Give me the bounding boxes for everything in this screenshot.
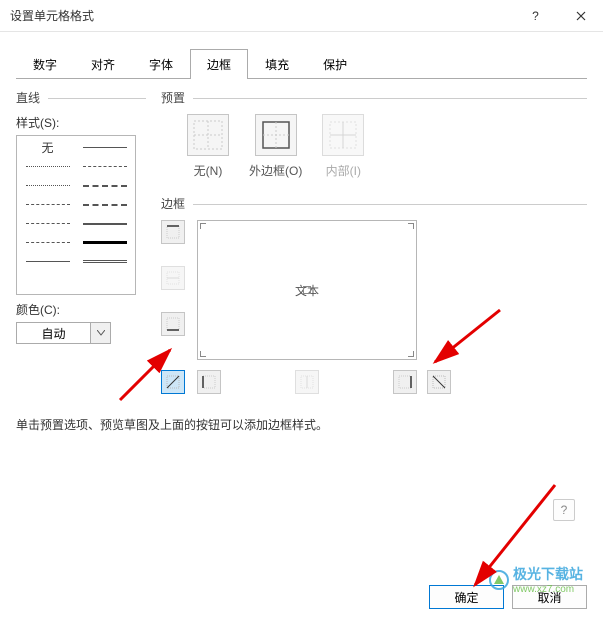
line-style-opt[interactable] xyxy=(76,176,133,195)
line-style-opt[interactable] xyxy=(19,252,76,271)
border-hmiddle-icon xyxy=(165,270,181,286)
border-left-icon xyxy=(201,374,217,390)
border-diag-up-icon xyxy=(165,374,181,390)
border-top-icon xyxy=(165,224,181,240)
border-bottom-icon xyxy=(165,316,181,332)
preset-inside-label: 内部(I) xyxy=(326,162,361,179)
border-diag-down-icon xyxy=(431,374,447,390)
help-titlebar-button[interactable]: ? xyxy=(513,0,558,32)
color-label: 颜色(C): xyxy=(16,301,146,318)
line-group: 直线 样式(S): 无 xyxy=(16,89,146,344)
line-style-box[interactable]: 无 xyxy=(16,135,136,295)
preset-group-label: 预置 xyxy=(161,89,587,106)
border-right-button[interactable] xyxy=(393,370,417,394)
preset-none-button[interactable] xyxy=(187,114,229,156)
tab-border[interactable]: 边框 xyxy=(190,49,248,79)
border-bottom-button[interactable] xyxy=(161,312,185,336)
line-style-opt[interactable] xyxy=(19,157,76,176)
border-hmiddle-button[interactable] xyxy=(161,266,185,290)
color-value: 自动 xyxy=(17,325,90,342)
line-style-opt[interactable] xyxy=(76,138,133,157)
close-button[interactable] xyxy=(558,0,603,32)
line-style-opt[interactable] xyxy=(19,195,76,214)
line-style-opt[interactable] xyxy=(19,214,76,233)
tab-alignment[interactable]: 对齐 xyxy=(74,49,132,79)
border-right-icon xyxy=(397,374,413,390)
context-help-button[interactable]: ? xyxy=(553,499,575,521)
border-top-button[interactable] xyxy=(161,220,185,244)
line-style-none[interactable]: 无 xyxy=(19,138,76,157)
line-style-opt[interactable] xyxy=(76,233,133,252)
close-icon xyxy=(576,11,586,21)
line-style-opt[interactable] xyxy=(76,252,133,271)
border-diag-up-button[interactable] xyxy=(161,370,185,394)
tab-protection[interactable]: 保护 xyxy=(306,49,364,79)
annotation-arrow-3-icon xyxy=(460,480,570,600)
preview-text: 文本 xyxy=(295,282,319,299)
border-preview[interactable]: 文本 xyxy=(197,220,417,360)
border-diag-down-button[interactable] xyxy=(427,370,451,394)
content-area: 直线 样式(S): 无 xyxy=(0,79,603,443)
line-style-opt[interactable] xyxy=(19,176,76,195)
ok-button[interactable]: 确定 xyxy=(429,585,504,609)
border-vmiddle-icon xyxy=(299,374,315,390)
line-style-opt[interactable] xyxy=(76,195,133,214)
tab-number[interactable]: 数字 xyxy=(16,49,74,79)
preset-outline-button[interactable] xyxy=(255,114,297,156)
preset-none-icon xyxy=(193,120,223,150)
tab-fill[interactable]: 填充 xyxy=(248,49,306,79)
line-style-opt[interactable] xyxy=(76,157,133,176)
color-select[interactable]: 自动 xyxy=(16,322,111,344)
titlebar: 设置单元格格式 ? xyxy=(0,0,603,32)
line-style-opt[interactable] xyxy=(19,233,76,252)
chevron-down-icon xyxy=(90,323,110,343)
preset-inside-button xyxy=(322,114,364,156)
watermark-text: 极光下载站 xyxy=(513,564,583,584)
border-left-button[interactable] xyxy=(197,370,221,394)
line-style-opt[interactable] xyxy=(76,214,133,233)
preset-outline-label: 外边框(O) xyxy=(249,162,302,179)
preset-row: 无(N) 外边框(O) 内部(I) xyxy=(187,114,587,179)
footer: 确定 取消 xyxy=(429,585,587,609)
line-group-label: 直线 xyxy=(16,89,146,106)
style-label: 样式(S): xyxy=(16,114,146,131)
border-vmiddle-button[interactable] xyxy=(295,370,319,394)
window-title: 设置单元格格式 xyxy=(10,7,513,24)
tab-font[interactable]: 字体 xyxy=(132,49,190,79)
right-column: 预置 无(N) 外边框(O) 内部(I) 边框 xyxy=(161,89,587,400)
preset-outline-icon xyxy=(261,120,291,150)
preset-none-label: 无(N) xyxy=(194,162,223,179)
preset-inside-icon xyxy=(328,120,358,150)
border-group-label: 边框 xyxy=(161,195,587,212)
hint-text: 单击预置选项、预览草图及上面的按钮可以添加边框样式。 xyxy=(16,400,587,433)
tabstrip: 数字 对齐 字体 边框 填充 保护 xyxy=(0,32,603,78)
border-area: 文本 xyxy=(161,220,587,400)
cancel-button[interactable]: 取消 xyxy=(512,585,587,609)
